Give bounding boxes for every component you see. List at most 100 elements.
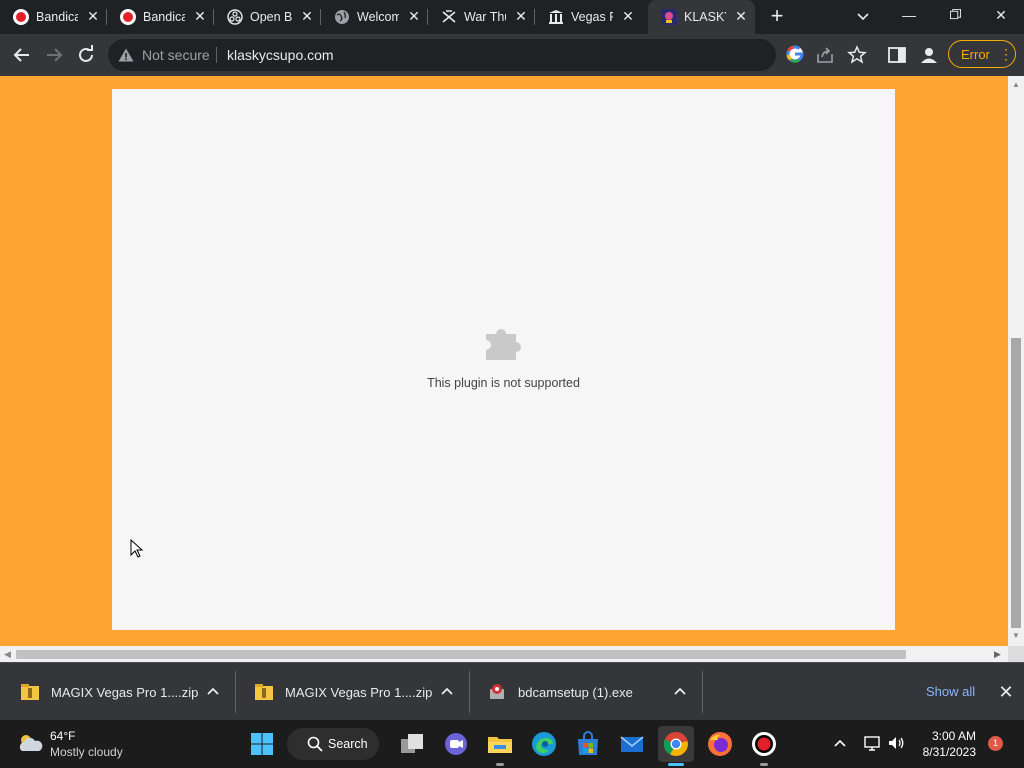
file-explorer-icon[interactable] [486,730,514,758]
notification-badge[interactable]: 1 [988,736,1003,751]
tab-search-chevron-icon[interactable] [852,5,874,27]
bandicam-taskbar-icon[interactable] [750,730,778,758]
close-download-shelf-button[interactable]: ✕ [997,683,1015,701]
microsoft-store-icon[interactable] [574,730,602,758]
weather-temperature[interactable]: 64°F [50,729,75,743]
vertical-scroll-thumb[interactable] [1011,338,1021,628]
new-tab-button[interactable]: + [765,4,789,28]
restore-icon [949,9,961,20]
profile-icon[interactable] [918,44,940,66]
chevron-up-icon[interactable] [439,683,455,699]
tab-3[interactable]: Open Broadcaster ✕ [214,0,321,34]
download-filename: MAGIX Vegas Pro 1....zip [51,685,199,700]
tab-7-active[interactable]: KLASKY ✕ [648,0,755,34]
puzzle-piece-icon [486,329,521,360]
tab-4[interactable]: Welcome ✕ [321,0,428,34]
chrome-icon [663,732,688,756]
security-label[interactable]: Not secure [142,47,210,63]
tab-6[interactable]: Vegas Pro ✕ [535,0,642,34]
close-icon[interactable]: ✕ [192,8,208,24]
chrome-taskbar-button[interactable] [658,726,694,762]
tab-title: Bandicam [143,10,185,24]
tab-title: Welcome [357,10,399,24]
close-icon[interactable]: ✕ [299,8,315,24]
firefox-icon[interactable] [706,730,734,758]
restore-button[interactable] [932,0,978,30]
warning-icon[interactable] [118,48,134,62]
window-close-button[interactable]: ✕ [978,0,1024,30]
address-bar[interactable]: Not secure klaskycsupo.com [108,39,867,71]
close-icon[interactable]: ✕ [85,8,101,24]
back-icon[interactable] [10,43,34,67]
close-icon[interactable]: ✕ [406,8,422,24]
close-icon[interactable]: ✕ [733,8,749,24]
close-icon[interactable]: ✕ [513,8,529,24]
volume-icon[interactable] [887,734,905,752]
bookmark-star-icon[interactable] [846,44,868,66]
clock-time[interactable]: 3:00 AM [920,729,976,743]
tab-1[interactable]: Bandicam ✕ [0,0,107,34]
mouse-pointer-icon [130,539,144,558]
windows-taskbar: 64°F Mostly cloudy Search 3:00 AM 8/31/2… [0,720,1024,768]
plugin-not-supported-message: This plugin is not supported [427,376,580,390]
minimize-button[interactable]: — [886,0,932,30]
chevron-up-icon[interactable] [205,683,221,699]
download-divider [702,671,703,713]
horizontal-scrollbar[interactable]: ◀ ▶ [0,646,1008,662]
download-shelf: MAGIX Vegas Pro 1....zip MAGIX Vegas Pro… [0,662,1024,720]
task-view-icon[interactable] [398,730,426,758]
edge-icon[interactable] [530,730,558,758]
scroll-right-arrow[interactable]: ▶ [994,649,1001,660]
show-all-link[interactable]: Show all [926,684,975,699]
download-filename: MAGIX Vegas Pro 1....zip [285,685,433,700]
zip-archive-icon [21,684,39,700]
horizontal-scroll-thumb[interactable] [16,650,906,659]
search-icon [307,736,323,752]
vegas-icon [549,10,563,24]
tab-5[interactable]: War Thunder ✕ [428,0,535,34]
klasky-icon [661,9,677,25]
page-viewport: This plugin is not supported ▲ ▼ ◀ ▶ [0,76,1024,662]
reload-icon[interactable] [74,43,98,67]
error-label: Error [961,47,990,62]
download-item[interactable]: bdcamsetup (1).exe [469,663,703,721]
chevron-up-icon[interactable] [672,683,688,699]
error-menu-button[interactable]: Error ⋮ [948,40,1016,68]
show-hidden-icons-chevron-icon[interactable] [832,735,848,751]
installer-icon [490,684,504,699]
tab-strip: Bandicam ✕ Bandicam ✕ Open Broadcaster ✕… [0,0,1024,34]
war-thunder-icon [442,10,456,23]
forward-icon[interactable] [42,43,66,67]
plugin-placeholder: This plugin is not supported [112,89,895,630]
network-icon[interactable] [863,734,881,752]
scrollbar-corner [1008,646,1024,662]
download-item[interactable]: MAGIX Vegas Pro 1....zip [236,663,470,721]
vertical-scrollbar[interactable]: ▲ ▼ [1008,76,1024,646]
active-app-indicator [668,763,684,766]
side-panel-icon[interactable] [886,44,908,66]
download-item[interactable]: MAGIX Vegas Pro 1....zip [2,663,236,721]
mail-icon[interactable] [618,730,646,758]
windows-start-icon[interactable] [248,730,276,758]
url-text[interactable]: klaskycsupo.com [227,47,334,63]
download-filename: bdcamsetup (1).exe [518,685,633,700]
share-icon[interactable] [814,44,836,66]
tab-2[interactable]: Bandicam ✕ [107,0,214,34]
clock-date[interactable]: 8/31/2023 [918,745,976,759]
scroll-left-arrow[interactable]: ◀ [4,649,11,660]
teams-chat-icon[interactable] [442,730,470,758]
google-lens-icon[interactable] [784,43,806,65]
more-vert-icon: ⋮ [999,46,1013,62]
weather-condition[interactable]: Mostly cloudy [50,745,123,759]
taskbar-search[interactable]: Search [287,728,379,760]
scroll-down-arrow[interactable]: ▼ [1012,631,1020,640]
tab-title: War Thunder [464,10,506,24]
zip-archive-icon [255,684,273,700]
running-indicator [496,763,504,766]
tab-title: Bandicam [36,10,78,24]
scroll-up-arrow[interactable]: ▲ [1012,80,1020,89]
bandicam-icon [13,9,29,25]
tab-title: KLASKY [684,10,726,24]
close-icon[interactable]: ✕ [620,8,636,24]
cloudy-weather-icon[interactable] [16,731,44,755]
